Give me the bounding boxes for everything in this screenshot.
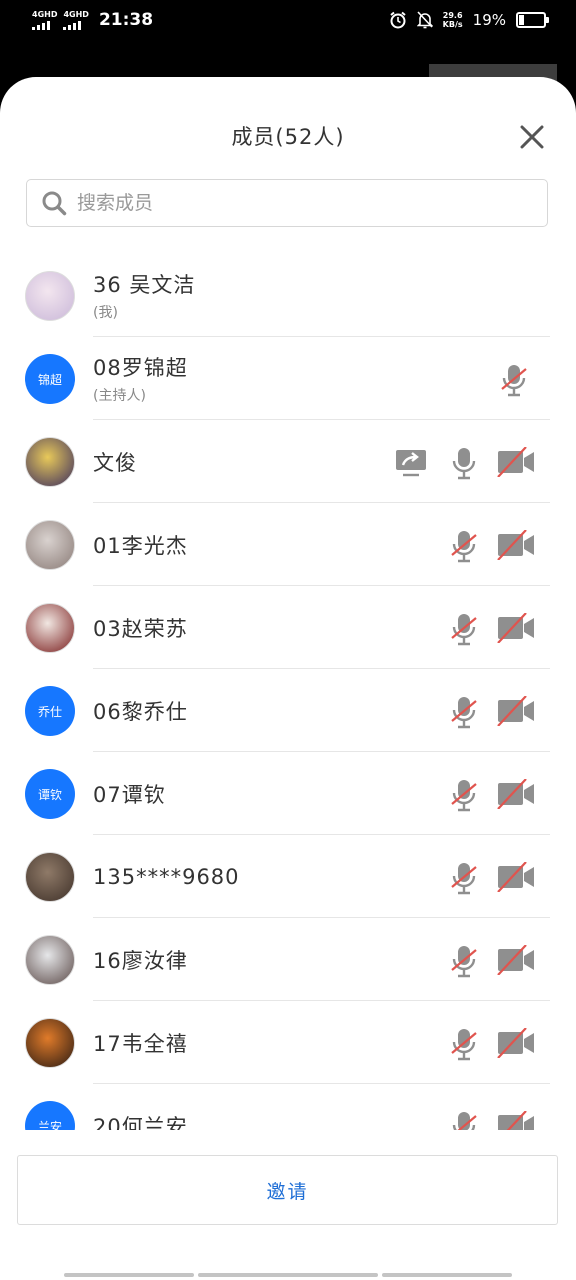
member-name: 01李光杰	[93, 533, 188, 558]
mic-muted-icon[interactable]	[450, 695, 478, 733]
nav-bar-segment	[382, 1273, 512, 1277]
member-avatar	[25, 437, 75, 487]
member-info: 36 吴文洁 (我)	[93, 254, 195, 337]
mic-muted-icon[interactable]	[500, 363, 528, 401]
speed-value: 29.6	[442, 11, 463, 20]
member-avatar	[25, 603, 75, 653]
mic-muted-icon[interactable]	[450, 612, 478, 650]
network-label-2: 4GHD	[63, 9, 89, 19]
member-row[interactable]: 乔仕 06黎乔仕	[0, 669, 576, 752]
member-avatar	[25, 271, 75, 321]
alarm-icon	[390, 11, 406, 29]
mic-icon[interactable]	[450, 446, 478, 484]
member-avatar	[25, 852, 75, 902]
member-info: 03赵荣苏	[93, 586, 188, 669]
sheet-title: 成员(52人)	[231, 125, 345, 149]
camera-off-icon[interactable]	[496, 529, 536, 564]
member-row[interactable]: 03赵荣苏	[0, 586, 576, 669]
member-row[interactable]: 01李光杰	[0, 503, 576, 586]
member-info: 文俊	[93, 420, 137, 503]
member-info: 06黎乔仕	[93, 669, 188, 752]
member-info: 07谭钦	[93, 752, 166, 835]
mic-muted-icon[interactable]	[450, 529, 478, 567]
member-avatar	[25, 935, 75, 985]
member-row[interactable]: 16廖汝律	[0, 918, 576, 1001]
member-info: 16廖汝律	[93, 918, 188, 1001]
member-info: 17韦全禧	[93, 1001, 188, 1084]
member-avatar: 谭钦	[25, 769, 75, 819]
member-row[interactable]: 谭钦 07谭钦	[0, 752, 576, 835]
mic-muted-icon[interactable]	[450, 778, 478, 816]
member-list: 36 吴文洁 (我) 锦超 08罗锦超 (主持人) 文俊 01李光杰 03赵荣苏乔仕 06黎乔仕…	[0, 254, 576, 1130]
camera-off-icon[interactable]	[496, 612, 536, 647]
status-bar: 4GHD 4GHD 21:38 29.6 KB/s 19%	[0, 0, 576, 44]
mic-muted-icon[interactable]	[450, 1027, 478, 1065]
search-box[interactable]	[26, 179, 548, 227]
mic-muted-icon[interactable]	[450, 861, 478, 899]
camera-off-icon[interactable]	[496, 695, 536, 730]
member-name: 07谭钦	[93, 782, 166, 807]
member-avatar: 锦超	[25, 354, 75, 404]
status-left: 4GHD 4GHD 21:38	[32, 10, 153, 30]
member-info: 20何兰安	[93, 1084, 188, 1131]
member-row[interactable]: 135****9680	[0, 835, 576, 918]
network-speed: 29.6 KB/s	[443, 11, 463, 29]
member-name: 文俊	[93, 450, 137, 475]
speed-unit: KB/s	[442, 20, 463, 29]
network-label-1: 4GHD	[32, 9, 58, 19]
mic-muted-icon[interactable]	[450, 944, 478, 982]
member-avatar	[25, 1018, 75, 1068]
camera-off-icon[interactable]	[496, 1110, 536, 1130]
member-avatar: 兰安	[25, 1101, 75, 1130]
nav-bar-segment	[64, 1273, 194, 1277]
member-name: 20何兰安	[93, 1114, 188, 1131]
camera-off-icon[interactable]	[496, 861, 536, 896]
camera-off-icon[interactable]	[496, 778, 536, 813]
signal-icon	[63, 20, 82, 30]
battery-icon	[516, 12, 549, 28]
member-info: 01李光杰	[93, 503, 188, 586]
member-role: (主持人)	[93, 388, 146, 404]
network-indicator-2: 4GHD	[63, 9, 89, 30]
member-avatar: 乔仕	[25, 686, 75, 736]
member-name: 36 吴文洁	[93, 273, 196, 297]
mute-bell-icon	[416, 11, 433, 29]
member-avatar	[25, 520, 75, 570]
camera-off-icon[interactable]	[496, 446, 536, 481]
mic-muted-icon[interactable]	[450, 1110, 478, 1130]
members-sheet: 成员(52人) 36 吴文洁 (我) 锦超 08罗锦超 (主持人) 文俊 01李光杰 03赵荣…	[0, 77, 576, 1280]
screen-share-icon[interactable]	[395, 448, 427, 482]
member-name: 06黎乔仕	[93, 699, 188, 724]
member-info: 135****9680	[93, 835, 240, 918]
clock: 21:38	[98, 10, 154, 30]
member-info: 08罗锦超 (主持人)	[93, 337, 188, 420]
signal-icon	[32, 20, 50, 30]
member-name: 08罗锦超	[93, 356, 188, 380]
member-name: 135****9680	[93, 864, 240, 889]
member-name: 03赵荣苏	[93, 616, 188, 641]
member-name: 16廖汝律	[93, 948, 188, 973]
member-row[interactable]: 36 吴文洁 (我)	[0, 254, 576, 337]
battery-fill	[519, 15, 524, 25]
member-name: 17韦全禧	[93, 1031, 188, 1056]
camera-off-icon[interactable]	[496, 1027, 536, 1062]
camera-off-icon[interactable]	[496, 944, 536, 979]
network-indicator-1: 4GHD	[32, 9, 58, 30]
nav-bar-segment	[198, 1273, 378, 1277]
invite-button[interactable]: 邀请	[17, 1155, 558, 1225]
search-input[interactable]	[75, 191, 499, 215]
member-row[interactable]: 文俊	[0, 420, 576, 503]
close-icon[interactable]	[518, 123, 546, 151]
search-icon	[42, 191, 67, 216]
status-right: 29.6 KB/s 19%	[389, 11, 549, 29]
member-row[interactable]: 17韦全禧	[0, 1001, 576, 1084]
member-row[interactable]: 锦超 08罗锦超 (主持人)	[0, 337, 576, 420]
battery-percent: 19%	[472, 11, 506, 29]
member-row[interactable]: 兰安 20何兰安	[0, 1084, 576, 1130]
member-role: (我)	[93, 305, 118, 321]
